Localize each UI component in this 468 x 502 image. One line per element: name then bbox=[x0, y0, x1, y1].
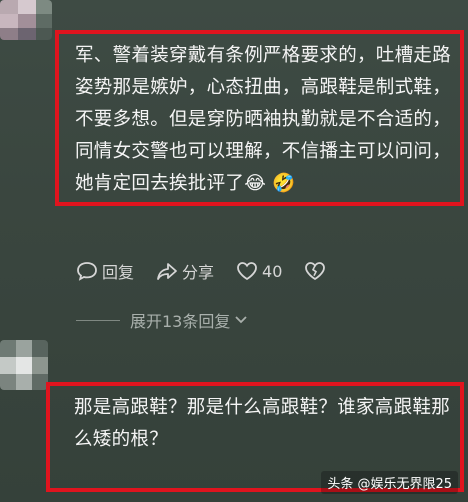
expand-replies-label: 展开13条回复 bbox=[130, 312, 231, 331]
reply-icon bbox=[77, 262, 97, 281]
avatar-pixel bbox=[36, 0, 52, 14]
avatar-pixel bbox=[36, 14, 52, 28]
avatar-pixel bbox=[16, 357, 32, 374]
reply-label: 回复 bbox=[102, 263, 135, 282]
comment-2-text: 那是高跟鞋？那是什么高跟鞋？谁家高跟鞋那么矮的根？ bbox=[74, 397, 451, 450]
avatar-pixel bbox=[18, 0, 36, 14]
avatar-pixel bbox=[0, 0, 18, 14]
avatar-commenter-2[interactable] bbox=[0, 340, 48, 390]
watermark: 头条 @娱乐无界限25 bbox=[321, 471, 458, 494]
like-count: 40 bbox=[262, 261, 283, 281]
avatar-pixel bbox=[36, 28, 52, 40]
comment-1-text: 军、警着装穿戴有条例严格要求的，吐槽走路姿势那是嫉妒，心态扭曲，高跟鞋是制式鞋，… bbox=[75, 45, 452, 194]
avatar-pixel bbox=[0, 340, 16, 357]
heart-icon bbox=[237, 262, 257, 281]
expand-replies-link[interactable]: 展开13条回复 bbox=[76, 308, 248, 332]
reply-button[interactable]: 回复 bbox=[76, 259, 134, 283]
divider-line bbox=[76, 319, 120, 321]
avatar-commenter-1[interactable] bbox=[0, 0, 52, 40]
share-label: 分享 bbox=[182, 263, 215, 282]
share-button[interactable]: 分享 bbox=[156, 259, 214, 283]
avatar-pixel bbox=[32, 340, 48, 357]
avatar-pixel bbox=[32, 357, 48, 374]
avatar-pixel bbox=[18, 14, 36, 28]
avatar-pixel bbox=[18, 28, 36, 40]
avatar-pixel bbox=[0, 28, 18, 40]
share-icon bbox=[157, 263, 177, 280]
chevron-down-icon bbox=[235, 316, 248, 324]
avatar-pixel bbox=[16, 374, 32, 390]
like-button[interactable]: 40 bbox=[236, 261, 282, 281]
comment-1-actions: 回复 分享 40 bbox=[76, 258, 352, 284]
avatar-pixel bbox=[0, 357, 16, 374]
avatar-pixel bbox=[0, 374, 16, 390]
avatar-pixel bbox=[16, 340, 32, 357]
dislike-button[interactable] bbox=[304, 261, 330, 281]
avatar-pixel bbox=[0, 14, 18, 28]
broken-heart-icon bbox=[305, 262, 326, 281]
